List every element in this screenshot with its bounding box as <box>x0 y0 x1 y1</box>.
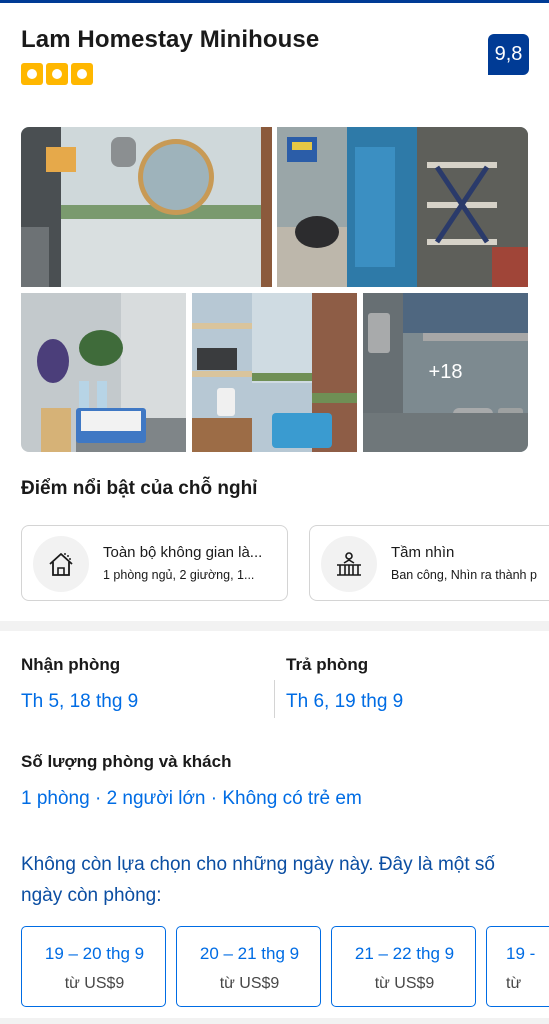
checkin-date-link[interactable]: Th 5, 18 thg 9 <box>21 691 138 713</box>
date-divider <box>274 680 275 718</box>
house-icon <box>33 536 89 592</box>
hotel-name: Lam Homestay Minihouse <box>21 26 320 53</box>
alt-date-price: từ <box>506 975 522 992</box>
guests-link[interactable]: 1 phòng · 2 người lớn · Không có trẻ em <box>21 788 362 810</box>
highlights-title: Điểm nổi bật của chỗ nghỉ <box>21 478 258 499</box>
highlight-card-view[interactable]: Tầm nhìn Ban công, Nhìn ra thành p <box>309 525 549 601</box>
highlight-subtitle: Ban công, Nhìn ra thành p <box>391 568 537 582</box>
alt-date-range: 19 – 20 thg 9 <box>44 944 145 963</box>
gallery-photo-kitchen-shelf[interactable] <box>192 293 357 452</box>
checkin-label: Nhận phòng <box>21 655 121 674</box>
highlight-title: Toàn bộ không gian là... <box>103 544 263 561</box>
highlight-card-entire-place[interactable]: Toàn bộ không gian là... 1 phòng ngủ, 2 … <box>21 525 288 601</box>
section-divider <box>0 621 549 631</box>
more-photos-count[interactable]: +18 <box>363 293 528 452</box>
gallery-photo-entrance[interactable] <box>277 127 528 287</box>
checkout-label: Trả phòng <box>286 655 369 674</box>
star-icon <box>46 63 68 85</box>
alt-date-range: 19 - <box>506 944 536 963</box>
review-score-badge[interactable]: 9,8 <box>488 34 529 75</box>
unavailable-message: Không còn lựa chọn cho những ngày này. Đ… <box>21 854 495 906</box>
alt-date-range: 21 – 22 thg 9 <box>354 944 455 963</box>
top-accent-line <box>0 0 549 3</box>
alt-date-price: từ US$9 <box>64 975 125 992</box>
gallery-photo-room-table[interactable] <box>21 293 186 452</box>
alt-date-chip[interactable]: 20 – 21 thg 9 từ US$9 <box>176 926 321 1007</box>
bottom-divider <box>0 1018 549 1024</box>
highlight-title: Tầm nhìn <box>391 544 455 561</box>
alt-date-range: 20 – 21 thg 9 <box>199 944 300 963</box>
alt-date-chip[interactable]: 21 – 22 thg 9 từ US$9 <box>331 926 476 1007</box>
gallery-photo-bathroom-mirror[interactable] <box>21 127 272 287</box>
balcony-view-icon <box>321 536 377 592</box>
alt-date-price: từ US$9 <box>374 975 435 992</box>
star-icon <box>21 63 43 85</box>
guests-label: Số lượng phòng và khách <box>21 752 232 771</box>
star-icon <box>71 63 93 85</box>
gallery-photo-shower[interactable]: +18 <box>363 293 528 452</box>
alt-date-chip[interactable]: 19 – 20 thg 9 từ US$9 <box>21 926 166 1007</box>
alt-date-price: từ US$9 <box>219 975 280 992</box>
checkout-date-link[interactable]: Th 6, 19 thg 9 <box>286 691 403 713</box>
alt-date-chip[interactable]: 19 - từ <box>486 926 549 1007</box>
highlight-subtitle: 1 phòng ngủ, 2 giường, 1... <box>103 568 255 582</box>
star-rating <box>21 63 93 85</box>
